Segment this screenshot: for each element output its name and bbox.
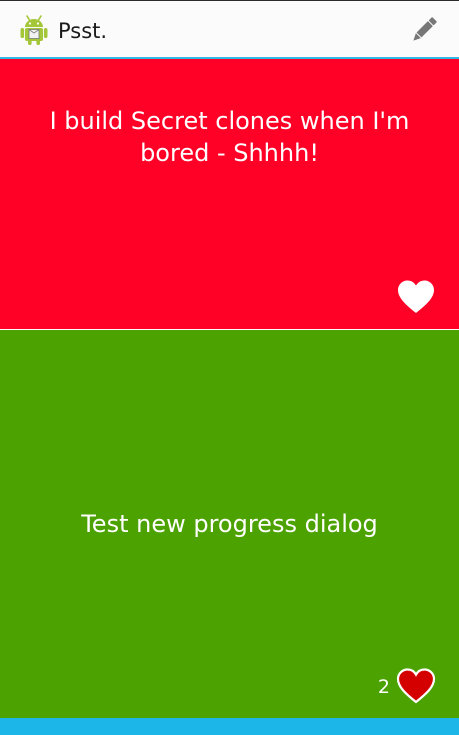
app-screen: Psst. I build Secret clones when I'm bor… (0, 0, 459, 735)
android-robot-icon (20, 15, 48, 45)
like-button[interactable] (396, 668, 436, 704)
action-bar: Psst. (0, 0, 459, 57)
pencil-icon (413, 17, 437, 41)
app-title: Psst. (58, 19, 108, 43)
like-count: 2 (377, 676, 390, 698)
secret-card[interactable]: I build Secret clones when I'm bored - S… (0, 59, 459, 329)
secret-text: Test new progress dialog (81, 510, 378, 538)
secret-text: I build Secret clones when I'm bored - S… (49, 107, 410, 167)
heart-icon (398, 280, 434, 313)
secret-card[interactable]: Test new progress dialog 2 (0, 330, 459, 718)
like-button[interactable] (396, 279, 436, 315)
compose-button[interactable] (402, 11, 446, 49)
secret-card[interactable] (0, 718, 459, 735)
heart-icon (396, 668, 436, 704)
